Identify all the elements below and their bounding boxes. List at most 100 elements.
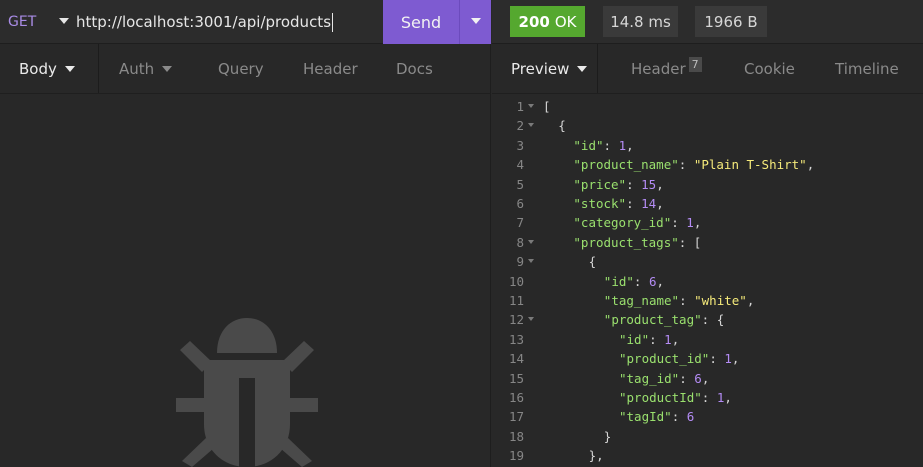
json-number: 1	[618, 137, 627, 153]
json-key: "id"	[603, 273, 634, 289]
tab-timeline-label: Timeline	[835, 60, 899, 78]
code-text: "product_tag": {	[604, 310, 724, 329]
tab-docs-label: Docs	[396, 60, 433, 78]
json-punct: :	[626, 176, 642, 192]
code-line: 3 "id": 1,	[492, 136, 923, 155]
code-text: "price": 15,	[573, 175, 663, 194]
json-punct: },	[588, 448, 604, 464]
tab-auth-label: Auth	[119, 60, 155, 78]
json-number: 6	[694, 370, 702, 386]
json-punct: ,	[671, 331, 680, 347]
json-punct: :	[709, 351, 725, 367]
json-key: "product_id"	[619, 351, 710, 367]
response-size-badge: 1966 B	[695, 6, 767, 37]
code-text: "tagId": 6	[619, 407, 694, 426]
tab-auth[interactable]: Auth	[119, 44, 173, 94]
url-text: http://localhost:3001/api/products	[76, 13, 332, 31]
code-line: 10 "id": 6,	[492, 272, 923, 291]
tab-cookie[interactable]: Cookie	[744, 44, 795, 94]
line-number: 18	[508, 428, 524, 444]
code-line: 1[	[492, 97, 923, 116]
json-punct: :	[671, 215, 687, 231]
json-number: 1	[724, 351, 732, 367]
code-line: 19},	[492, 446, 923, 465]
code-text: "id": 1,	[573, 136, 633, 155]
json-punct: [	[543, 99, 551, 114]
code-text: "id": 6,	[604, 272, 664, 291]
response-status-bar: 200 OK 14.8 ms 1966 B	[492, 0, 923, 44]
code-text: "product_name": "Plain T-Shirt",	[573, 155, 814, 174]
send-button[interactable]: Send	[383, 0, 459, 44]
response-time-badge: 14.8 ms	[603, 6, 678, 37]
json-punct: :	[626, 196, 642, 211]
code-text: "tag_id": 6,	[619, 369, 709, 388]
json-number: 15	[641, 176, 657, 192]
json-key: "id"	[619, 331, 650, 347]
code-line: 17 "tagId": 6	[492, 407, 923, 426]
line-number: 5	[516, 176, 524, 192]
json-punct: :	[701, 390, 717, 405]
line-number: 4	[516, 157, 524, 173]
chevron-down-icon	[64, 66, 75, 72]
fold-toggle-icon[interactable]	[528, 259, 534, 264]
url-input[interactable]: http://localhost:3001/api/products	[76, 0, 382, 44]
json-preview[interactable]: 1[2{3 "id": 1, 4 "product_name": "Plain T-S…	[492, 97, 923, 467]
code-text: "category_id": 1,	[573, 213, 701, 232]
code-line: 6 "stock": 14,	[492, 194, 923, 213]
json-punct: ,	[656, 196, 664, 211]
json-punct: : [	[678, 234, 702, 250]
json-number: 14	[641, 196, 657, 211]
line-number: 12	[508, 312, 524, 328]
tab-body[interactable]: Body	[19, 44, 75, 94]
json-punct: ,	[693, 215, 702, 231]
json-punct: {	[558, 118, 566, 134]
line-number: 15	[508, 370, 524, 386]
line-number: 14	[508, 351, 524, 367]
json-key: "stock"	[573, 196, 627, 211]
fold-toggle-icon[interactable]	[528, 123, 534, 128]
code-line: 12 "product_tag": {	[492, 310, 923, 329]
code-line: 5 "price": 15,	[492, 175, 923, 194]
tab-header[interactable]: Header	[303, 44, 358, 94]
json-punct: :	[679, 293, 695, 308]
json-punct: ,	[746, 293, 755, 308]
response-pane: 200 OK 14.8 ms 1966 B Preview Header 7 Coo…	[492, 0, 923, 467]
line-number: 17	[508, 409, 524, 425]
tab-body-label: Body	[19, 60, 57, 78]
tab-timeline[interactable]: Timeline	[835, 44, 899, 94]
tab-docs[interactable]: Docs	[396, 44, 433, 94]
status-badge: 200 OK	[510, 6, 585, 37]
code-text: {	[589, 252, 597, 271]
code-text: [	[543, 97, 551, 116]
tab-query-label: Query	[218, 60, 264, 78]
fold-toggle-icon[interactable]	[528, 104, 534, 108]
line-number: 9	[516, 254, 524, 270]
line-number: 2	[516, 118, 524, 134]
send-options-button[interactable]	[459, 0, 491, 44]
tab-preview[interactable]: Preview	[511, 44, 588, 94]
chevron-down-icon	[162, 66, 173, 72]
json-punct: ,	[806, 157, 815, 173]
method-dropdown[interactable]: GET	[0, 0, 76, 44]
json-punct: : {	[701, 312, 725, 328]
tab-response-header-label: Header	[631, 60, 686, 78]
header-count-badge: 7	[688, 56, 702, 72]
json-punct: }	[603, 428, 612, 444]
json-punct: ,	[731, 351, 740, 367]
fold-toggle-icon[interactable]	[528, 239, 534, 244]
code-line: 4 "product_name": "Plain T-Shirt",	[492, 155, 923, 174]
status-text: OK	[554, 12, 577, 31]
json-punct: :	[678, 157, 694, 173]
json-punct: :	[671, 409, 687, 425]
tab-query[interactable]: Query	[218, 44, 264, 94]
code-line: 7 "category_id": 1,	[492, 213, 923, 232]
line-number: 3	[516, 137, 524, 153]
code-text: "product_id": 1,	[619, 349, 739, 368]
line-number: 1	[516, 99, 524, 114]
fold-toggle-icon[interactable]	[528, 317, 534, 322]
json-punct: :	[633, 273, 649, 289]
tab-response-header[interactable]: Header 7	[631, 44, 702, 94]
json-punct: ,	[656, 273, 665, 289]
json-key: "productId"	[619, 390, 702, 405]
json-punct: ,	[724, 390, 732, 405]
